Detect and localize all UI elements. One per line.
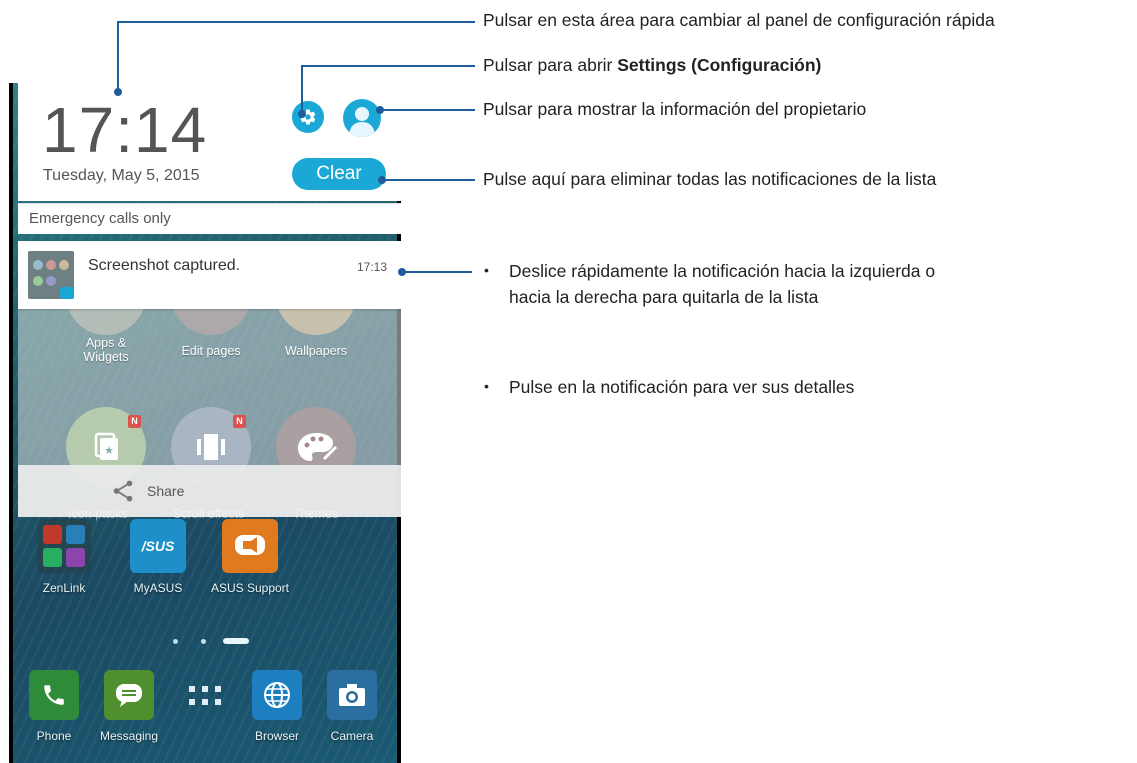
panel-item-label: Icon packs — [68, 507, 128, 521]
callout-clear: Pulse aquí para eliminar todas las notif… — [483, 169, 937, 189]
settings-button[interactable] — [292, 101, 324, 133]
phone-app-icon[interactable] — [29, 670, 79, 720]
owner-avatar-button[interactable] — [343, 99, 381, 137]
emergency-text: Emergency calls only — [29, 210, 171, 227]
new-badge: N — [128, 415, 141, 428]
asus-logo: /SUS — [141, 538, 175, 554]
home-app-label: ASUS Support — [210, 581, 290, 595]
zenlink-app-icon[interactable] — [37, 519, 91, 573]
callout-line — [380, 109, 475, 111]
callout-settings: Pulsar para abrir Settings (Configuració… — [483, 55, 821, 76]
panel-item-label: Wallpapers — [284, 344, 348, 358]
camera-icon — [339, 684, 365, 706]
notification-title: Screenshot captured. — [88, 257, 241, 274]
callout-line — [382, 179, 475, 181]
callout-line — [301, 65, 475, 67]
callout-line — [117, 21, 119, 91]
home-app-label: ZenLink — [42, 581, 86, 595]
dock-app-label: Camera — [330, 729, 374, 743]
page-indicator — [173, 638, 253, 644]
page-dot — [201, 639, 206, 644]
panel-item-label: Edit pages — [181, 344, 241, 358]
phone-icon — [44, 685, 64, 705]
camera-app-icon[interactable] — [327, 670, 377, 720]
date: Tuesday, May 5, 2015 — [43, 167, 200, 184]
asus-support-app-icon[interactable] — [222, 519, 278, 573]
callout-owner: Pulsar para mostrar la información del p… — [483, 99, 867, 119]
phone-screen: ZenLink /SUS MyASUS ASUS Support Phone M… — [9, 83, 401, 763]
callout-tap: Pulse en la notificación para ver sus de… — [509, 377, 855, 397]
callout-dot — [298, 110, 306, 118]
notification-card[interactable]: Screenshot captured. 17:13 — [18, 241, 401, 309]
message-bubble-icon — [116, 684, 142, 707]
share-icon — [113, 480, 133, 502]
myasus-app-icon[interactable]: /SUS — [130, 519, 186, 573]
screenshot-thumbnail — [28, 251, 74, 299]
page-dash-active — [223, 638, 249, 644]
share-bar[interactable]: Share Icon packs Scroll effects Themes — [18, 465, 401, 521]
callout-settings-bold: Settings (Configuración) — [617, 55, 822, 75]
panel-item-label: Scroll effects — [173, 507, 245, 521]
callout-line — [117, 21, 475, 23]
globe-icon — [264, 682, 290, 708]
share-label: Share — [147, 483, 185, 499]
megaphone-icon — [235, 535, 265, 555]
app-drawer-icon[interactable] — [185, 684, 225, 708]
clock: 17:14 — [42, 94, 208, 166]
callout-line — [301, 65, 303, 111]
zenlink-grid-icon — [43, 525, 85, 567]
user-avatar-icon — [349, 107, 375, 137]
clear-all-button[interactable]: Clear — [292, 158, 386, 190]
panel-item-label: Themes — [293, 507, 339, 521]
home-app-label: MyASUS — [133, 581, 183, 595]
callout-settings-prefix: Pulsar para abrir — [483, 55, 618, 75]
messaging-app-icon[interactable] — [104, 670, 154, 720]
browser-app-icon[interactable] — [252, 670, 302, 720]
notification-time: 17:13 — [356, 260, 387, 274]
emergency-status-bar: Emergency calls only — [18, 203, 401, 234]
dock-app-label: Messaging — [99, 729, 159, 743]
callout-swipe: Deslice rápidamente la notificación haci… — [509, 261, 936, 307]
svg-text:★: ★ — [104, 445, 114, 457]
new-badge: N — [233, 415, 246, 428]
panel-item-label: Apps & Widgets — [83, 336, 129, 364]
page-dot — [173, 639, 178, 644]
quick-settings-header[interactable]: 17:14 Tuesday, May 5, 2015 Clear — [18, 83, 401, 201]
bullet-marker: • — [484, 378, 489, 394]
bullet-marker: • — [484, 262, 489, 278]
callout-quick-settings: Pulsar en esta área para cambiar al pane… — [483, 10, 995, 30]
callout-line — [402, 271, 472, 273]
